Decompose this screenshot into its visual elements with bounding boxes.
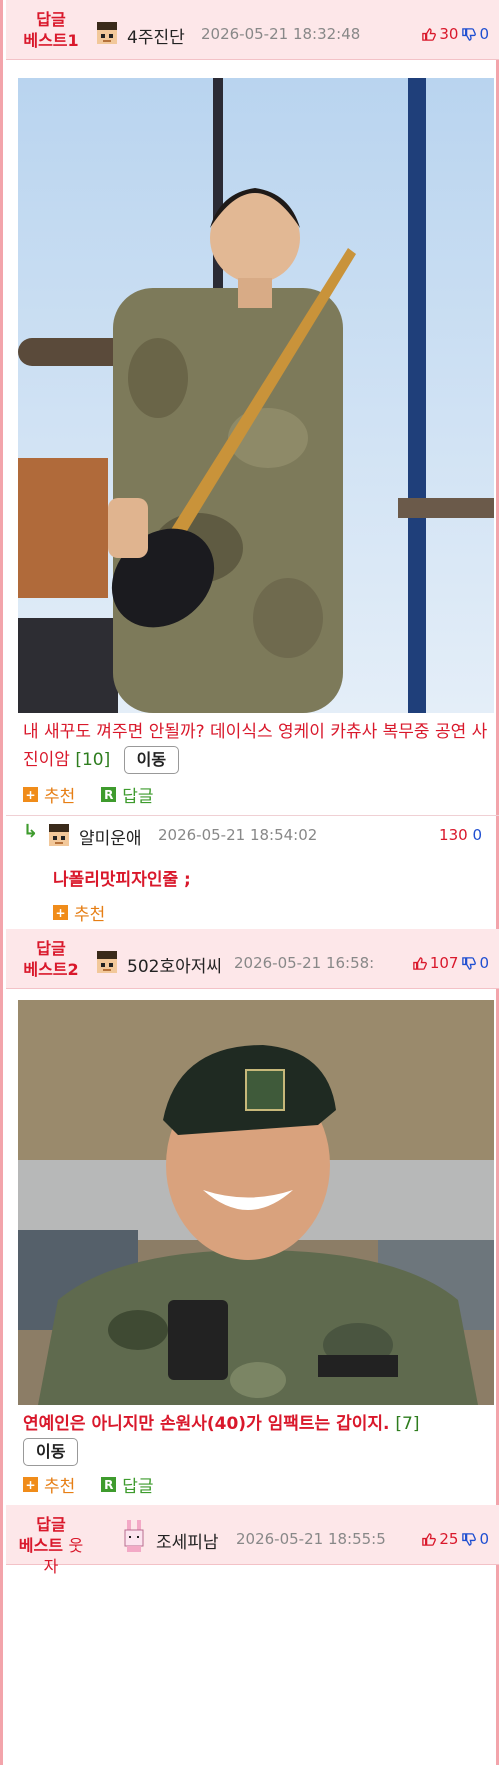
- bunny-avatar-icon[interactable]: [121, 1520, 147, 1552]
- recommend-button[interactable]: + 추천: [23, 1472, 75, 1497]
- move-button[interactable]: 이동: [123, 746, 180, 774]
- best-line1: 답글: [36, 939, 66, 958]
- comment-count: [10]: [75, 750, 111, 770]
- pixel-avatar-icon[interactable]: [93, 949, 121, 977]
- page-frame: 답글 베스트1 4주진단 2026-05-21 18:32:48 30 0 내 …: [0, 0, 499, 1765]
- recommend-button[interactable]: + 추천: [23, 782, 75, 807]
- best-line1: 답글: [36, 10, 66, 29]
- post-title[interactable]: 내 새꾸도 껴주면 안될까? 데이식스 영케이 카츄사 복무중 공연 사진이암 …: [23, 718, 493, 774]
- post-image-smiling-soldier[interactable]: [18, 1000, 494, 1405]
- post-datetime: 2026-05-21 18:55:5: [236, 1530, 386, 1548]
- post-header: 답글 베스트1 4주진단 2026-05-21 18:32:48 30 0: [6, 0, 499, 60]
- post-header: 답글 베스트 웃자 조세피남 2026-05-21 18:55:5 25 0: [6, 1505, 499, 1576]
- up-vote-count: 107: [429, 954, 459, 972]
- up-vote-count: 25: [439, 1530, 459, 1548]
- reply-label: 답글: [122, 1477, 154, 1497]
- reply-datetime: 2026-05-21 18:54:02: [158, 826, 318, 844]
- reply-label: 답글: [122, 787, 154, 807]
- reply-actions: + 추천: [53, 900, 105, 925]
- post-header: 답글 베스트2 502호아저씨 2026-05-21 16:58: 107 0: [6, 929, 499, 989]
- reply-up-count: 130: [439, 826, 468, 844]
- post-actions: + 추천 R 답글: [23, 782, 154, 807]
- best-line2: 베스트2: [23, 960, 79, 979]
- post-title[interactable]: 연예인은 아니지만 손원사(40)가 임팩트는 갑이지. [7] 이동: [23, 1410, 493, 1466]
- reply-recommend-button[interactable]: + 추천: [53, 900, 105, 925]
- post-datetime: 2026-05-21 16:58:: [234, 954, 375, 972]
- down-vote-count: 0: [479, 954, 489, 972]
- author-nickname[interactable]: 502호아저씨: [127, 952, 222, 977]
- reply-text: 나폴리맛피자인줄 ;: [53, 870, 191, 890]
- thumbs-up-icon[interactable]: [421, 27, 437, 42]
- reply-r-icon: R: [101, 1477, 117, 1492]
- reply-vote-counts: 130 0: [439, 826, 482, 844]
- author-nickname[interactable]: 조세피남: [156, 1528, 219, 1553]
- plus-icon: +: [23, 787, 38, 802]
- recommend-label: 추천: [44, 787, 76, 807]
- reply-arrow-icon: ↳: [23, 821, 39, 842]
- best-badge: 답글 베스트1: [16, 9, 86, 51]
- reply-down-count: 0: [472, 826, 482, 844]
- recommend-label: 추천: [74, 905, 106, 925]
- vote-counts: 30 0: [419, 25, 489, 43]
- recommend-label: 추천: [44, 1477, 76, 1497]
- post-image-soldier-guitar[interactable]: [18, 78, 494, 713]
- thumbs-down-icon[interactable]: [461, 956, 477, 971]
- post-actions: + 추천 R 답글: [23, 1472, 154, 1497]
- reply-button[interactable]: R 답글: [101, 782, 154, 807]
- thumbs-down-icon[interactable]: [461, 27, 477, 42]
- vote-counts: 107 0: [409, 954, 489, 972]
- author-nickname[interactable]: 4주진단: [127, 23, 185, 48]
- divider: [6, 815, 499, 816]
- vote-counts: 25 0: [419, 1530, 489, 1548]
- plus-icon: +: [23, 1477, 38, 1492]
- reply-button[interactable]: R 답글: [101, 1472, 154, 1497]
- thumbs-down-icon[interactable]: [461, 1532, 477, 1547]
- down-vote-count: 0: [479, 25, 489, 43]
- move-button[interactable]: 이동: [23, 1438, 79, 1466]
- post-datetime: 2026-05-21 18:32:48: [201, 25, 361, 43]
- comment-count: [7]: [395, 1414, 420, 1434]
- up-vote-count: 30: [439, 25, 459, 43]
- thumbs-up-icon[interactable]: [412, 956, 427, 971]
- best-line2: 베스트: [18, 1536, 63, 1555]
- best-badge: 답글 베스트 웃자: [16, 1514, 86, 1577]
- down-vote-count: 0: [479, 1530, 489, 1548]
- reply-author-nickname[interactable]: 얄미운애: [79, 824, 142, 849]
- post-title-text[interactable]: 연예인은 아니지만 손원사(40)가 임팩트는 갑이지.: [23, 1414, 390, 1434]
- pixel-avatar-icon[interactable]: [45, 822, 73, 850]
- best-line1: 답글: [36, 1515, 66, 1534]
- thumbs-up-icon[interactable]: [421, 1532, 437, 1547]
- best-line2: 베스트1: [23, 31, 79, 50]
- best-badge: 답글 베스트2: [16, 938, 86, 980]
- plus-icon: +: [53, 905, 68, 920]
- reply-r-icon: R: [101, 787, 117, 802]
- pixel-avatar-icon[interactable]: [93, 20, 121, 48]
